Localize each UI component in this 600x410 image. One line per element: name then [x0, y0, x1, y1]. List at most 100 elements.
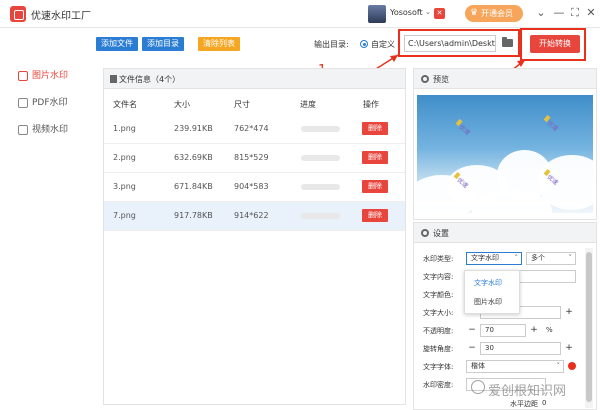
chevron-down-icon: ˅: [568, 254, 573, 262]
column-header-name: 文件名: [113, 100, 137, 109]
image-icon: [18, 71, 28, 81]
file-dimensions: 762*474: [234, 124, 269, 133]
custom-radio[interactable]: [360, 40, 368, 48]
custom-radio-label[interactable]: 自定义: [371, 39, 395, 50]
gear-icon: [421, 75, 429, 83]
delete-button[interactable]: 删除: [362, 122, 388, 135]
file-size: 239.91KB: [174, 124, 213, 133]
gear-icon: [421, 229, 429, 237]
settings-scrollbar[interactable]: [585, 248, 593, 408]
text-content-label: 文字内容:: [423, 273, 454, 281]
file-name: 2.png: [113, 153, 136, 162]
font-select[interactable]: 楷体 ˅: [466, 360, 564, 373]
opacity-stepper[interactable]: − 70 +: [466, 324, 541, 337]
minus-icon[interactable]: −: [466, 324, 478, 337]
progress-bar: [301, 213, 340, 219]
multi-select[interactable]: 多个 ˅: [526, 252, 576, 265]
vip-button[interactable]: ♛ 开通会员: [465, 5, 523, 22]
file-size: 671.84KB: [174, 182, 213, 191]
opacity-label: 不透明度:: [423, 327, 454, 335]
settings-title: 设置: [433, 229, 449, 238]
font-label: 文字字体:: [423, 363, 454, 371]
preview-image: 优速 优速 优速 优速: [417, 95, 593, 213]
site-logo-icon: [471, 380, 485, 394]
watermark-sample: 优速: [457, 123, 472, 137]
column-header-progress: 进度: [300, 100, 316, 109]
rotate-label: 旋转角度:: [423, 345, 454, 353]
watermark-type-value: 文字水印: [471, 254, 499, 262]
title-bar: 优速水印工厂 Yososoft ⌄ ✕ ♛ 开通会员 ⌄ — ⛶ ✕: [0, 0, 600, 28]
preview-panel: 预览 优速 优速 优速 优速: [413, 68, 597, 220]
watermark-type-select[interactable]: 文字水印 ˄: [466, 252, 522, 265]
delete-button[interactable]: 删除: [362, 180, 388, 193]
nav-item-label: PDF水印: [32, 98, 68, 108]
file-panel-header: 文件信息（4个）: [104, 69, 405, 89]
column-header-size: 大小: [174, 100, 190, 109]
scrollbar-thumb[interactable]: [586, 252, 592, 402]
plus-icon[interactable]: +: [528, 324, 540, 337]
add-file-button[interactable]: 添加文件: [96, 37, 138, 51]
watermark-sample: 优速: [545, 119, 560, 133]
nav-item-image-watermark[interactable]: 图片水印: [18, 69, 68, 83]
crown-icon: ♛: [470, 8, 479, 18]
table-row[interactable]: 3.png 671.84KB 904*583 删除: [104, 173, 405, 202]
file-name: 3.png: [113, 182, 136, 191]
text-color-label: 文字颜色:: [423, 291, 454, 299]
file-info-panel: 文件信息（4个） 文件名 大小 尺寸 进度 操作 1.png 239.91KB …: [103, 68, 406, 405]
rotate-value[interactable]: 30: [480, 342, 561, 355]
progress-bar: [301, 155, 340, 161]
opacity-value[interactable]: 70: [480, 324, 526, 337]
user-badge-icon: ✕: [434, 8, 445, 19]
chevron-down-icon[interactable]: ⌄: [425, 8, 431, 16]
document-icon: [110, 75, 117, 83]
column-header-dimensions: 尺寸: [234, 100, 250, 109]
delete-button[interactable]: 删除: [362, 151, 388, 164]
highlight-box-output: [398, 29, 520, 57]
minimize-icon[interactable]: —: [552, 6, 566, 19]
rotate-stepper[interactable]: − 30 +: [466, 342, 575, 355]
nav-item-video-watermark[interactable]: 视频水印: [18, 123, 68, 137]
nav-item-pdf-watermark[interactable]: PDF水印: [18, 96, 68, 110]
highlight-box-start: [520, 28, 586, 61]
file-dimensions: 904*583: [234, 182, 269, 191]
arrow-head-1: [390, 55, 398, 62]
progress-bar: [301, 126, 340, 132]
settings-header: 设置: [414, 223, 596, 243]
opacity-unit: %: [546, 326, 553, 334]
file-dimensions: 914*622: [234, 211, 269, 220]
clear-list-button[interactable]: 清除列表: [198, 37, 240, 51]
delete-button[interactable]: 删除: [362, 209, 388, 222]
column-header-action: 操作: [363, 100, 379, 109]
warning-icon: [568, 362, 576, 370]
plus-icon[interactable]: +: [563, 342, 575, 355]
watermark-type-label: 水印类型:: [423, 255, 454, 263]
minus-icon[interactable]: −: [466, 342, 478, 355]
add-directory-button[interactable]: 添加目录: [142, 37, 184, 51]
density-label: 水印密度:: [423, 381, 454, 389]
video-icon: [18, 125, 28, 135]
user-avatar[interactable]: [368, 5, 386, 23]
close-icon[interactable]: ✕: [584, 6, 598, 19]
file-name: 7.png: [113, 211, 136, 220]
margin-label: 水平边距: [510, 400, 538, 408]
file-panel-title: 文件信息（4个）: [119, 75, 181, 84]
table-row[interactable]: 2.png 632.69KB 815*529 删除: [104, 144, 405, 173]
app-title: 优速水印工厂: [31, 11, 91, 22]
progress-bar: [301, 184, 340, 190]
pdf-icon: [18, 98, 28, 108]
dropdown-option-image-watermark[interactable]: 图片水印: [465, 294, 519, 310]
plus-icon[interactable]: +: [563, 306, 575, 319]
maximize-icon[interactable]: ⛶: [568, 6, 582, 20]
chevron-up-icon: ˄: [514, 254, 519, 262]
app-logo-icon: [10, 6, 26, 22]
file-name: 1.png: [113, 124, 136, 133]
table-row[interactable]: 7.png 917.78KB 914*622 删除: [104, 202, 405, 231]
file-size: 632.69KB: [174, 153, 213, 162]
dropdown-menu-icon[interactable]: ⌄: [534, 6, 548, 19]
dropdown-option-text-watermark[interactable]: 文字水印: [465, 275, 519, 291]
table-row[interactable]: 1.png 239.91KB 762*474 删除: [104, 115, 405, 144]
site-watermark: 爱创根知识网: [488, 384, 567, 399]
margin-value: 0: [542, 399, 547, 407]
user-name[interactable]: Yososoft: [390, 8, 423, 17]
font-value: 楷体: [471, 362, 485, 370]
